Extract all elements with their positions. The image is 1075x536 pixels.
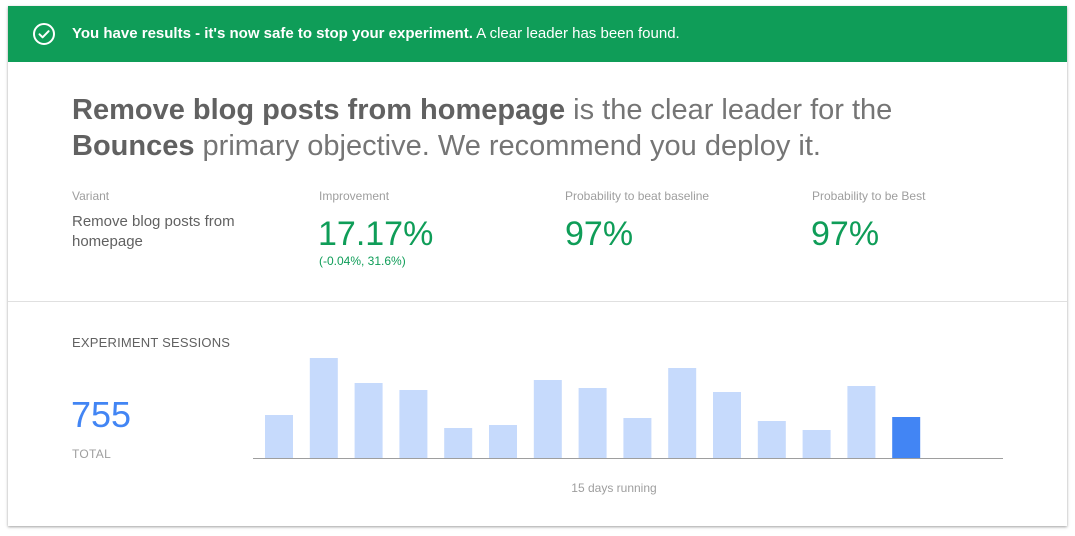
variant-value: Remove blog posts from homepage: [72, 213, 235, 250]
variant-label: Variant: [72, 189, 110, 203]
best-value: 97%: [811, 215, 880, 253]
section-divider: [8, 301, 1067, 302]
sessions-title: EXPERIMENT SESSIONS: [72, 335, 231, 350]
improvement-value: 17.17%: [318, 215, 434, 253]
sessions-total: 755: [71, 394, 132, 435]
beat-baseline-value: 97%: [565, 215, 634, 253]
days-running-label: 15 days running: [571, 481, 657, 495]
banner-strong-text: You have results - it's now safe to stop…: [72, 25, 473, 42]
chart-bar[interactable]: [309, 358, 338, 458]
chart-bar[interactable]: [399, 390, 428, 458]
experiment-results-card: You have results - it's now safe to stop…: [8, 6, 1067, 526]
headline-middle: is the clear leader for the: [573, 94, 893, 126]
chart-bar[interactable]: [713, 392, 741, 458]
banner-message: You have results - it's now safe to stop…: [72, 24, 680, 44]
result-headline: Remove blog posts from homepage is the c…: [72, 92, 972, 164]
headline-tail: primary objective. We recommend you depl…: [202, 130, 821, 162]
chart-bar[interactable]: [533, 380, 562, 458]
headline-objective: Bounces: [72, 130, 195, 162]
chart-bar[interactable]: [757, 421, 786, 458]
sessions-bar-chart: [253, 358, 1003, 459]
improvement-label: Improvement: [319, 189, 390, 203]
chart-bar[interactable]: [623, 418, 652, 458]
chart-bar[interactable]: [847, 386, 876, 458]
improvement-confidence-interval: (-0.04%, 31.6%): [319, 254, 406, 268]
results-banner: You have results - it's now safe to stop…: [8, 6, 1067, 62]
chart-bar[interactable]: [354, 383, 383, 458]
chart-bar-current[interactable]: [892, 417, 921, 458]
best-label: Probability to be Best: [812, 189, 926, 203]
sessions-total-label: TOTAL: [72, 447, 112, 461]
chart-bar[interactable]: [802, 430, 831, 458]
chart-bar[interactable]: [578, 388, 607, 458]
chart-bar[interactable]: [444, 428, 473, 458]
banner-detail-text: A clear leader has been found.: [476, 25, 680, 42]
beat-baseline-label: Probability to beat baseline: [565, 189, 710, 203]
chart-bar[interactable]: [265, 415, 293, 458]
headline-variant: Remove blog posts from homepage: [72, 94, 566, 126]
chart-bar[interactable]: [668, 368, 697, 458]
check-circle-icon: [32, 22, 56, 46]
chart-bar[interactable]: [489, 425, 517, 458]
